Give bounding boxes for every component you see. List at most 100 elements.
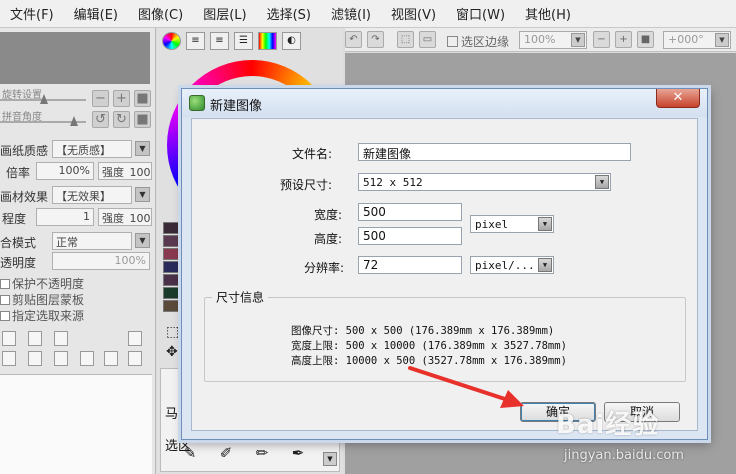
strength-field[interactable]: 强度 100: [98, 162, 152, 180]
color-list-tab[interactable]: ☰: [234, 32, 253, 50]
fit-button[interactable]: ■: [134, 90, 151, 107]
strength2-field[interactable]: 强度 100: [98, 208, 152, 226]
eraser-icon[interactable]: ✎: [177, 444, 203, 464]
blend-mode-label: 合模式: [0, 236, 37, 250]
chevron-down-icon[interactable]: ▼: [135, 187, 150, 202]
protect-opacity-checkbox[interactable]: 保护不透明度: [0, 275, 84, 292]
marker-icon[interactable]: ✐: [213, 444, 239, 464]
rotate-left-button[interactable]: ↺: [92, 111, 109, 128]
menu-layer[interactable]: 图层(L): [193, 4, 256, 23]
degree-input[interactable]: 1: [36, 208, 94, 226]
menu-select[interactable]: 选择(S): [257, 4, 321, 23]
swatch[interactable]: [163, 274, 181, 286]
chevron-down-icon[interactable]: ▼: [595, 175, 609, 189]
selection-source-checkbox[interactable]: 指定选取来源: [0, 307, 84, 324]
zoom-out-button[interactable]: −: [92, 90, 109, 107]
filename-input[interactable]: 新建图像: [358, 143, 631, 161]
delete-layer-icon[interactable]: [80, 351, 94, 366]
clear-layer-icon[interactable]: [54, 351, 68, 366]
menu-filter[interactable]: 滤镜(I): [321, 4, 381, 23]
zoom-in-icon[interactable]: +: [615, 31, 632, 48]
checkbox-box[interactable]: [0, 295, 10, 305]
angle-slider[interactable]: 拼音角度: [0, 108, 86, 128]
new-folder-icon[interactable]: [54, 331, 68, 346]
opacity-input[interactable]: 100%: [52, 252, 150, 270]
size-unit-select[interactable]: pixel ▼: [470, 215, 554, 233]
selection-rect-icon[interactable]: ⬚: [166, 324, 179, 340]
preset-size-select[interactable]: 512 x 512 ▼: [358, 173, 611, 191]
swatch[interactable]: [163, 261, 181, 273]
deselect-icon[interactable]: ⬚: [397, 31, 414, 48]
degree-label: 程度: [2, 212, 27, 226]
swatch-tab[interactable]: [258, 32, 277, 50]
pen-icon[interactable]: ✒: [285, 444, 311, 464]
chevron-down-icon[interactable]: ▼: [538, 258, 552, 272]
selection-edge-label: 选区边缘: [461, 35, 510, 49]
fit-icon[interactable]: ■: [637, 31, 654, 48]
height-input[interactable]: 500: [358, 227, 462, 245]
width-input[interactable]: 500: [358, 203, 462, 221]
swatch[interactable]: [163, 222, 181, 234]
selection-edge-checkbox[interactable]: 选区边缘: [447, 33, 509, 50]
layer-mask-icon[interactable]: [104, 351, 118, 366]
paper-texture-select[interactable]: 【无质感】: [52, 140, 132, 158]
swatch[interactable]: [163, 287, 181, 299]
resolution-unit-value: pixel/...: [475, 259, 535, 272]
layer-options-icon[interactable]: [128, 331, 142, 346]
pencil-icon[interactable]: ✏: [249, 444, 275, 464]
close-button[interactable]: ✕: [656, 89, 700, 108]
material-effect-select[interactable]: 【无效果】: [52, 186, 132, 204]
hsv-sliders-tab[interactable]: ≡: [210, 32, 229, 50]
scale-label: 倍率: [6, 166, 31, 180]
copy-layer-icon[interactable]: [2, 351, 16, 366]
dialog-titlebar[interactable]: 新建图像 ✕: [182, 89, 707, 117]
paper-texture-row: 画纸质感 【无质感】 ▼: [0, 140, 152, 160]
invert-selection-icon[interactable]: ▭: [419, 31, 436, 48]
menu-image[interactable]: 图像(C): [128, 4, 193, 23]
zoom-in-button[interactable]: +: [113, 90, 130, 107]
resolution-unit-select[interactable]: pixel/... ▼: [470, 256, 554, 274]
swatch[interactable]: [163, 235, 181, 247]
brush-row: ✎ ✐ ✏ ✒: [177, 444, 337, 468]
new-vector-layer-icon[interactable]: [28, 331, 42, 346]
chevron-down-icon[interactable]: ▼: [135, 141, 150, 156]
undo-icon[interactable]: ↶: [345, 31, 362, 48]
chevron-down-icon[interactable]: ▼: [323, 452, 337, 466]
width-label: 宽度:: [314, 208, 343, 222]
redo-icon[interactable]: ↷: [367, 31, 384, 48]
checkbox-box[interactable]: [0, 279, 10, 289]
layer-list[interactable]: [0, 374, 152, 474]
menu-window[interactable]: 窗口(W): [446, 4, 515, 23]
reset-rotation-button[interactable]: ■: [134, 111, 151, 128]
checkbox-box[interactable]: [447, 36, 458, 47]
swatch[interactable]: [163, 300, 181, 312]
zoom-select[interactable]: 100% ▼: [519, 31, 587, 49]
scale-input[interactable]: 100%: [36, 162, 94, 180]
menu-file[interactable]: 文件(F): [0, 4, 64, 23]
menu-other[interactable]: 其他(H): [515, 4, 581, 23]
resolution-input[interactable]: 72: [358, 256, 462, 274]
watermark-logo: Bai经验: [556, 410, 660, 440]
move-icon[interactable]: ✥: [166, 344, 178, 360]
swatch[interactable]: [163, 248, 181, 260]
chevron-down-icon[interactable]: ▼: [538, 217, 552, 231]
zoom-out-icon[interactable]: −: [593, 31, 610, 48]
rotate-right-button[interactable]: ↻: [113, 111, 130, 128]
checkbox-box[interactable]: [0, 311, 10, 321]
rgb-sliders-tab[interactable]: ≡: [186, 32, 205, 50]
menu-edit[interactable]: 编辑(E): [64, 4, 128, 23]
angle-select[interactable]: +000° ▼: [663, 31, 731, 49]
blend-mode-select[interactable]: 正常: [52, 232, 132, 250]
chevron-down-icon[interactable]: ▼: [135, 233, 150, 248]
chevron-down-icon[interactable]: ▼: [715, 33, 729, 47]
clip-mask-checkbox[interactable]: 剪贴图层蒙板: [0, 291, 84, 308]
chevron-down-icon[interactable]: ▼: [571, 33, 585, 47]
color-wheel-tab[interactable]: [162, 32, 181, 50]
layer-settings-icon[interactable]: [128, 351, 142, 366]
scratchpad-tab[interactable]: ◐: [282, 32, 301, 50]
new-layer-icon[interactable]: [2, 331, 16, 346]
menu-view[interactable]: 视图(V): [381, 4, 446, 23]
merge-down-icon[interactable]: [28, 351, 42, 366]
rotation-slider[interactable]: 旋转设置: [0, 86, 86, 106]
strength2-value: 100: [129, 212, 151, 225]
